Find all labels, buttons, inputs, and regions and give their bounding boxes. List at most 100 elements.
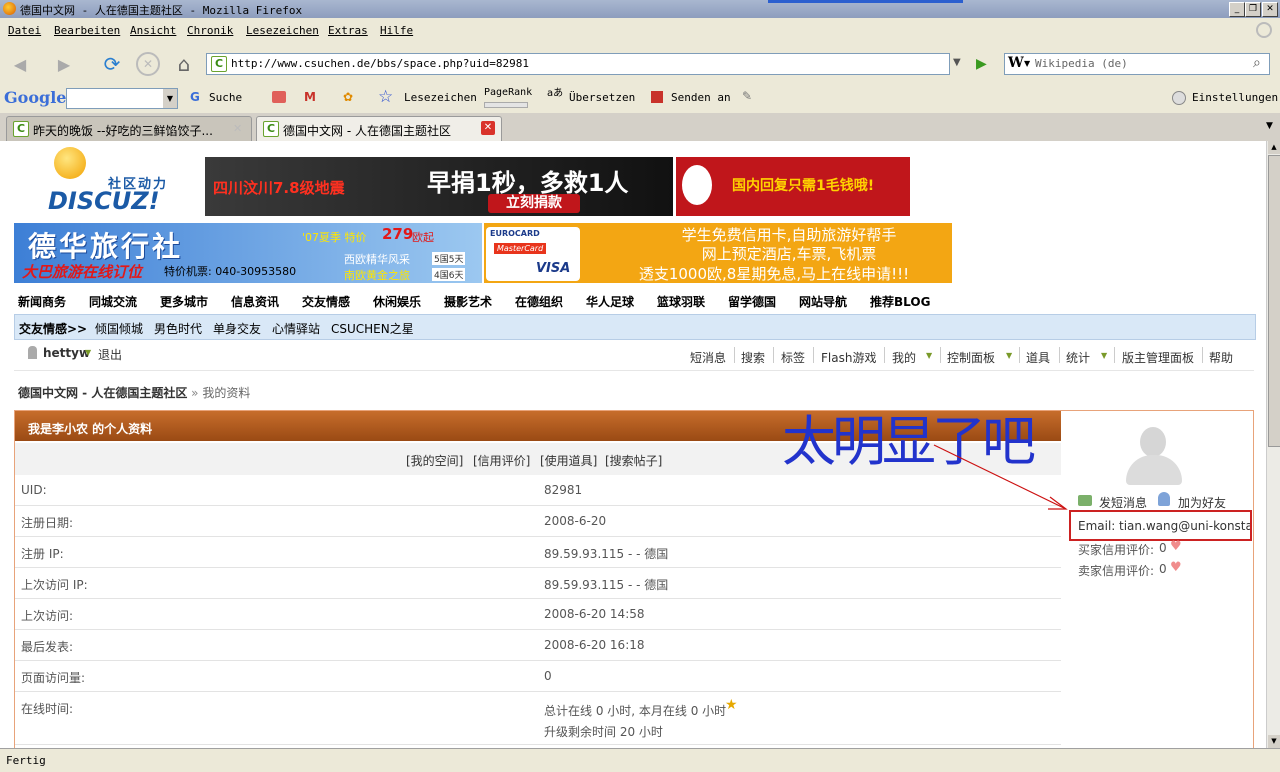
subnav-item[interactable]: CSUCHEN之星 [331,320,414,337]
gmail-icon[interactable]: M [304,90,316,104]
back-icon[interactable]: ◀ [8,52,32,76]
username-link[interactable]: hettyw [43,346,90,360]
subnav-item[interactable]: 男色时代 [154,320,202,337]
chevron-down-icon[interactable]: ▼ [926,351,932,360]
menu-lesezeichen[interactable]: Lesezeichen [246,24,319,37]
profile-row: 上次访问 IP: 89.59.93.115 - - 德国 [15,568,1061,599]
tab-inactive[interactable]: C 昨天的晚饭 --好吃的三鲜馅饺子... ✕ [6,116,252,141]
nav-item[interactable]: 在德组织 [515,293,563,310]
scroll-thumb[interactable] [1268,155,1280,447]
toplink-moderator[interactable]: 版主管理面板 [1122,349,1194,366]
add-friend-link[interactable]: 加为好友 [1178,494,1226,511]
throbber-icon [1256,22,1272,38]
tab-close-icon[interactable]: ✕ [481,121,495,135]
url-bar[interactable]: C http://www.csuchen.de/bbs/space.php?ui… [206,53,961,75]
profile-row: UID: 82981 [15,475,1061,506]
nav-item[interactable]: 交友情感 [302,293,350,310]
scroll-up-icon[interactable]: ▲ [1268,141,1280,154]
email-value[interactable]: tian.wang@uni-konstanz.de [1119,519,1250,533]
maximize-button[interactable]: ❐ [1245,2,1261,17]
tab-active[interactable]: C 德国中文网 - 人在德国主题社区 ✕ [256,116,502,141]
nav-item[interactable]: 信息资讯 [231,293,279,310]
link-credit-rating[interactable]: [信用评价] [473,452,530,469]
toplink-mine[interactable]: 我的 [892,349,916,366]
tab-list-icon[interactable]: ▼ [1266,121,1273,131]
online-total: 总计在线 0 小时, 本月在线 0 小时 [544,704,727,718]
reload-icon[interactable]: ⟳ [100,52,124,76]
bookmarks-button[interactable]: Lesezeichen [404,91,477,104]
nav-item[interactable]: 留学德国 [728,293,776,310]
nav-item[interactable]: 摄影艺术 [444,293,492,310]
discuz-logo[interactable]: 社区动力 DISCUZ! [46,145,186,217]
toplink-messages[interactable]: 短消息 [690,349,726,366]
menu-bearbeiten[interactable]: Bearbeiten [54,24,120,37]
logout-link[interactable]: 退出 [98,346,122,363]
subnav-item[interactable]: 单身交友 [213,320,261,337]
reply-banner[interactable]: 国内回复只需1毛钱哦! [676,157,910,216]
minimize-button[interactable]: _ [1229,2,1245,17]
donate-button[interactable]: 立刻捐款 [488,194,580,213]
vertical-scrollbar[interactable]: ▲ ▼ [1266,141,1280,748]
send-icon [651,91,663,103]
row-label: 上次访问: [21,609,74,623]
creditcard-banner[interactable]: EUROCARD MasterCard VISA 学生免费信用卡,自助旅游好帮手… [484,223,952,283]
travel-banner[interactable]: 德华旅行社 大巴旅游在线订位 特价机票: 040-30953580 '07夏季 … [14,223,482,283]
search-field[interactable]: W ▼ Wikipedia (de) ⌕ [1004,53,1270,75]
go-icon[interactable]: ▶ [976,56,987,72]
settings-icon [1172,91,1186,105]
nav-item[interactable]: 篮球羽联 [657,293,705,310]
nav-item[interactable]: 华人足球 [586,293,634,310]
chevron-down-icon[interactable]: ▼ [163,89,177,108]
subnav-item[interactable]: 倾国倾城 [95,320,143,337]
wikipedia-icon[interactable]: W [1008,55,1024,71]
toplink-props[interactable]: 道具 [1026,349,1050,366]
pencil-icon[interactable]: ✎ [742,89,752,103]
link-search-posts[interactable]: [搜索帖子] [605,452,662,469]
stop-icon[interactable]: ✕ [136,52,160,76]
chevron-down-icon[interactable]: ▼ [1101,351,1107,360]
url-dropdown-icon[interactable]: ▼ [953,57,961,68]
google-search-input[interactable]: ▼ [66,88,178,109]
settings-button[interactable]: Einstellungen [1192,91,1278,104]
chevron-down-icon[interactable]: ▼ [85,348,91,357]
google-search-button[interactable]: Suche [209,91,242,104]
menu-datei[interactable]: Datei [8,24,41,37]
breadcrumb-home[interactable]: 德国中文网 - 人在德国主题社区 [18,386,187,400]
search-icon[interactable]: ⌕ [1253,55,1261,71]
nav-item[interactable]: 更多城市 [160,293,208,310]
translate-button[interactable]: Übersetzen [569,91,635,104]
link-my-space[interactable]: [我的空间] [406,452,463,469]
earthquake-banner[interactable]: 四川汶川7.8级地震 早捐1秒，多救1人 立刻捐款 [205,157,673,216]
subnav-item[interactable]: 心情驿站 [272,320,320,337]
toplink-tags[interactable]: 标签 [781,349,805,366]
banner3-phone: 特价机票: 040-30953580 [164,265,297,278]
nav-item[interactable]: 休闲娱乐 [373,293,421,310]
send-message-link[interactable]: 发短消息 [1099,494,1147,511]
gadget-icon[interactable]: ✿ [343,90,353,104]
menu-chronik[interactable]: Chronik [187,24,233,37]
chevron-down-icon[interactable]: ▼ [1006,351,1012,360]
toplink-stats[interactable]: 统计 [1066,349,1090,366]
send-to-button[interactable]: Senden an [671,91,731,104]
sub-nav: 交友情感>> 倾国倾城 男色时代 单身交友 心情驿站 CSUCHEN之星 [14,314,1256,340]
scroll-down-icon[interactable]: ▼ [1268,735,1280,748]
menu-extras[interactable]: Extras [328,24,368,37]
toplink-flash[interactable]: Flash游戏 [821,349,876,366]
menu-hilfe[interactable]: Hilfe [380,24,413,37]
nav-item[interactable]: 同城交流 [89,293,137,310]
tab-close-icon[interactable]: ✕ [233,122,242,135]
bookmark-star-icon[interactable]: ☆ [378,87,393,107]
forward-icon[interactable]: ▶ [52,52,76,76]
news-icon[interactable] [272,91,286,103]
toplink-help[interactable]: 帮助 [1209,349,1233,366]
toplink-control-panel[interactable]: 控制面板 [947,349,995,366]
home-icon[interactable]: ⌂ [172,52,196,76]
link-use-props[interactable]: [使用道具] [540,452,597,469]
engine-dropdown-icon[interactable]: ▼ [1024,59,1030,68]
close-window-button[interactable]: ✕ [1262,2,1278,17]
nav-item[interactable]: 网站导航 [799,293,847,310]
nav-item[interactable]: 新闻商务 [18,293,66,310]
menu-ansicht[interactable]: Ansicht [130,24,176,37]
toplink-search[interactable]: 搜索 [741,349,765,366]
nav-item[interactable]: 推荐BLOG [870,293,930,310]
